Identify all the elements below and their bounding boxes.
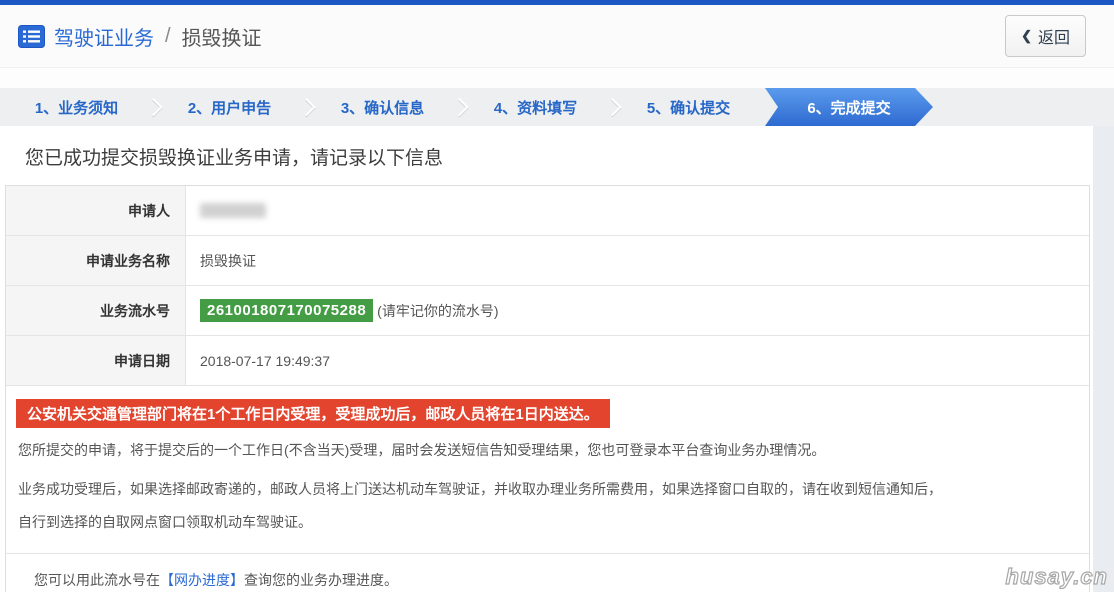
step-tab-label: 5、确认提交 bbox=[647, 97, 730, 118]
page-subtitle: 损毁换证 bbox=[182, 22, 262, 51]
row-label: 申请人 bbox=[6, 186, 186, 235]
step-progress-bar: 1、业务须知 2、用户申告 3、确认信息 4、资料填写 5、确认提交 6、完成提… bbox=[0, 88, 1114, 126]
step-tab-user-declaration[interactable]: 2、用户申告 bbox=[153, 88, 306, 126]
step-tab-confirm-info[interactable]: 3、确认信息 bbox=[306, 88, 459, 126]
breadcrumb-separator: / bbox=[165, 25, 171, 48]
progress-query-link[interactable]: 【网办进度】 bbox=[160, 572, 244, 588]
alert-banner: 公安机关交通管理部门将在1个工作日内受理，受理成功后，邮政人员将在1日内送达。 bbox=[16, 399, 610, 428]
success-heading: 您已成功提交损毁换证业务申请，请记录以下信息 bbox=[25, 143, 1093, 170]
step-tab-label: 1、业务须知 bbox=[35, 97, 118, 118]
footer-note: 您可以用此流水号在【网办进度】查询您的业务办理进度。 bbox=[6, 553, 1089, 592]
footer-note-prefix: 您可以用此流水号在 bbox=[34, 572, 160, 588]
notice-paragraph-3: 自行到选择的自取网点窗口领取机动车驾驶证。 bbox=[18, 506, 1081, 539]
row-value: 2018-07-17 19:49:37 bbox=[186, 336, 1089, 385]
back-button[interactable]: ❮ 返回 bbox=[1005, 15, 1086, 57]
back-button-label: 返回 bbox=[1038, 24, 1070, 48]
notice-paragraph-2: 业务成功受理后，如果选择邮政寄递的，邮政人员将上门送达机动车驾驶证，并收取办理业… bbox=[18, 473, 1081, 506]
row-value: 损毁换证 bbox=[186, 236, 1089, 285]
row-label: 申请日期 bbox=[6, 336, 186, 385]
serial-number-hint: (请牢记你的流水号) bbox=[377, 301, 498, 321]
notice-section: 公安机关交通管理部门将在1个工作日内受理，受理成功后，邮政人员将在1日内送达。 … bbox=[6, 386, 1089, 553]
page-header: 驾驶证业务 / 损毁换证 ❮ 返回 bbox=[0, 5, 1114, 68]
step-tab-business-notice[interactable]: 1、业务须知 bbox=[0, 88, 153, 126]
row-value: 261001807170075288 (请牢记你的流水号) bbox=[186, 286, 1089, 335]
notice-paragraph-1: 您所提交的申请，将于提交后的一个工作日(不含当天)受理，届时会发送短信告知受理结… bbox=[18, 434, 1081, 467]
header-spacer bbox=[0, 68, 1114, 88]
watermark: husay.cn bbox=[1005, 564, 1108, 590]
table-row-apply-date: 申请日期 2018-07-17 19:49:37 bbox=[6, 336, 1089, 386]
step-tab-complete-submit-active[interactable]: 6、完成提交 bbox=[765, 88, 933, 126]
table-row-business-name: 申请业务名称 损毁换证 bbox=[6, 236, 1089, 286]
serial-number-badge: 261001807170075288 bbox=[200, 299, 373, 322]
chevron-left-icon: ❮ bbox=[1021, 28, 1032, 44]
redacted-applicant-name bbox=[200, 203, 266, 218]
row-label: 业务流水号 bbox=[6, 286, 186, 335]
step-tab-label: 4、资料填写 bbox=[494, 97, 577, 118]
table-row-serial-number: 业务流水号 261001807170075288 (请牢记你的流水号) bbox=[6, 286, 1089, 336]
footer-note-suffix: 查询您的业务办理进度。 bbox=[244, 572, 398, 588]
page-title: 驾驶证业务 bbox=[54, 22, 154, 51]
step-tab-fill-materials[interactable]: 4、资料填写 bbox=[459, 88, 612, 126]
step-tab-label: 3、确认信息 bbox=[341, 97, 424, 118]
list-icon bbox=[18, 25, 45, 48]
step-tab-label: 6、完成提交 bbox=[807, 97, 890, 118]
table-row-applicant: 申请人 bbox=[6, 186, 1089, 236]
row-label: 申请业务名称 bbox=[6, 236, 186, 285]
breadcrumb: 驾驶证业务 / 损毁换证 bbox=[18, 22, 262, 51]
step-tab-confirm-submit[interactable]: 5、确认提交 bbox=[612, 88, 765, 126]
main-content: 您已成功提交损毁换证业务申请，请记录以下信息 申请人 申请业务名称 损毁换证 业… bbox=[0, 126, 1093, 592]
row-value bbox=[186, 186, 1089, 235]
step-tab-label: 2、用户申告 bbox=[188, 97, 271, 118]
result-panel: 申请人 申请业务名称 损毁换证 业务流水号 261001807170075288… bbox=[5, 185, 1090, 592]
